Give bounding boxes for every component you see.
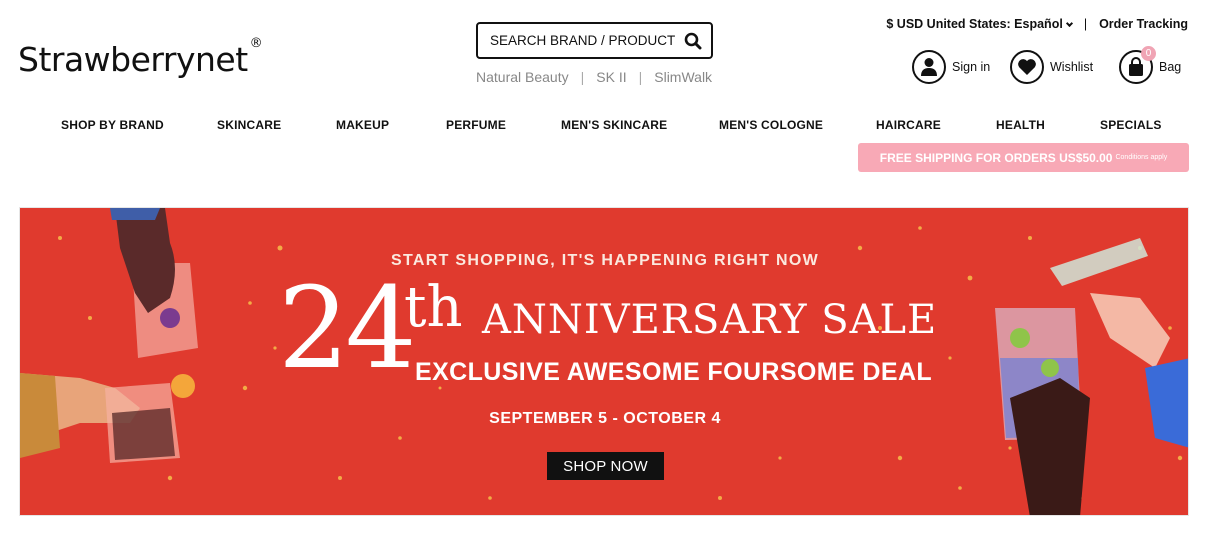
heart-icon <box>1010 50 1044 84</box>
search-input[interactable] <box>490 33 683 48</box>
search-icon[interactable] <box>683 31 703 51</box>
nav-mens-skincare[interactable]: MEN'S SKINCARE <box>561 118 667 132</box>
quick-links: Natural Beauty | SK II | SlimWalk <box>476 69 712 85</box>
nav-mens-cologne[interactable]: MEN'S COLOGNE <box>719 118 823 132</box>
signin-label: Sign in <box>952 60 991 74</box>
banner-number: 24 <box>278 264 417 394</box>
utility-bar: $ USD United States: Español | Order Tra… <box>886 17 1188 31</box>
wishlist-label: Wishlist <box>1050 60 1094 74</box>
user-icon <box>912 50 946 84</box>
nav-skincare[interactable]: SKINCARE <box>217 118 281 132</box>
banner-number-suffix: th <box>404 275 463 340</box>
search-box <box>476 22 713 59</box>
quick-link-natural-beauty[interactable]: Natural Beauty <box>476 69 569 85</box>
quick-link-slimwalk[interactable]: SlimWalk <box>654 69 712 85</box>
nav-specials[interactable]: SPECIALS <box>1100 118 1162 132</box>
nav-perfume[interactable]: PERFUME <box>446 118 506 132</box>
conditions-note: Conditions apply <box>1115 154 1168 161</box>
banner-kicker: START SHOPPING, IT'S HAPPENING RIGHT NOW <box>391 252 819 269</box>
bag-label: Bag <box>1159 60 1182 74</box>
signin-button[interactable]: Sign in <box>912 50 990 84</box>
bag-icon: 0 <box>1119 46 1156 84</box>
free-shipping-text: FREE SHIPPING FOR ORDERS US$50.00 <box>879 150 1113 165</box>
chevron-down-icon <box>1065 19 1073 28</box>
locale-label: $ USD United States: Español <box>886 17 1063 31</box>
divider: | <box>1083 17 1088 31</box>
bag-button[interactable]: 0 Bag <box>1119 46 1182 84</box>
shop-now-button[interactable]: SHOP NOW <box>547 452 664 480</box>
nav-health[interactable]: HEALTH <box>996 118 1045 132</box>
quick-link-sk-ii[interactable]: SK II <box>596 69 626 85</box>
free-shipping-banner[interactable]: FREE SHIPPING FOR ORDERS US$50.00 Conditi… <box>858 143 1189 172</box>
hero-banner[interactable]: START SHOPPING, IT'S HAPPENING RIGHT NOW… <box>19 207 1189 516</box>
banner-dates: SEPTEMBER 5 - OCTOBER 4 <box>489 410 721 427</box>
locale-selector[interactable]: $ USD United States: Español <box>886 17 1073 31</box>
nav-makeup[interactable]: MAKEUP <box>336 118 389 132</box>
wishlist-button[interactable]: Wishlist <box>1010 50 1093 84</box>
bag-count-badge: 0 <box>1141 46 1156 61</box>
banner-title: ANNIVERSARY SALE <box>482 297 938 343</box>
site-logo[interactable]: Strawberrynet ® <box>18 36 263 79</box>
nav-shop-by-brand[interactable]: SHOP BY BRAND <box>61 118 164 132</box>
banner-subtitle: EXCLUSIVE AWESOME FOURSOME DEAL <box>415 358 933 386</box>
order-tracking-link[interactable]: Order Tracking <box>1099 17 1188 31</box>
divider: | <box>638 69 643 85</box>
logo-text: Strawberrynet <box>18 40 248 79</box>
nav-haircare[interactable]: HAIRCARE <box>876 118 941 132</box>
divider: | <box>580 69 585 85</box>
registered-mark: ® <box>249 36 263 51</box>
